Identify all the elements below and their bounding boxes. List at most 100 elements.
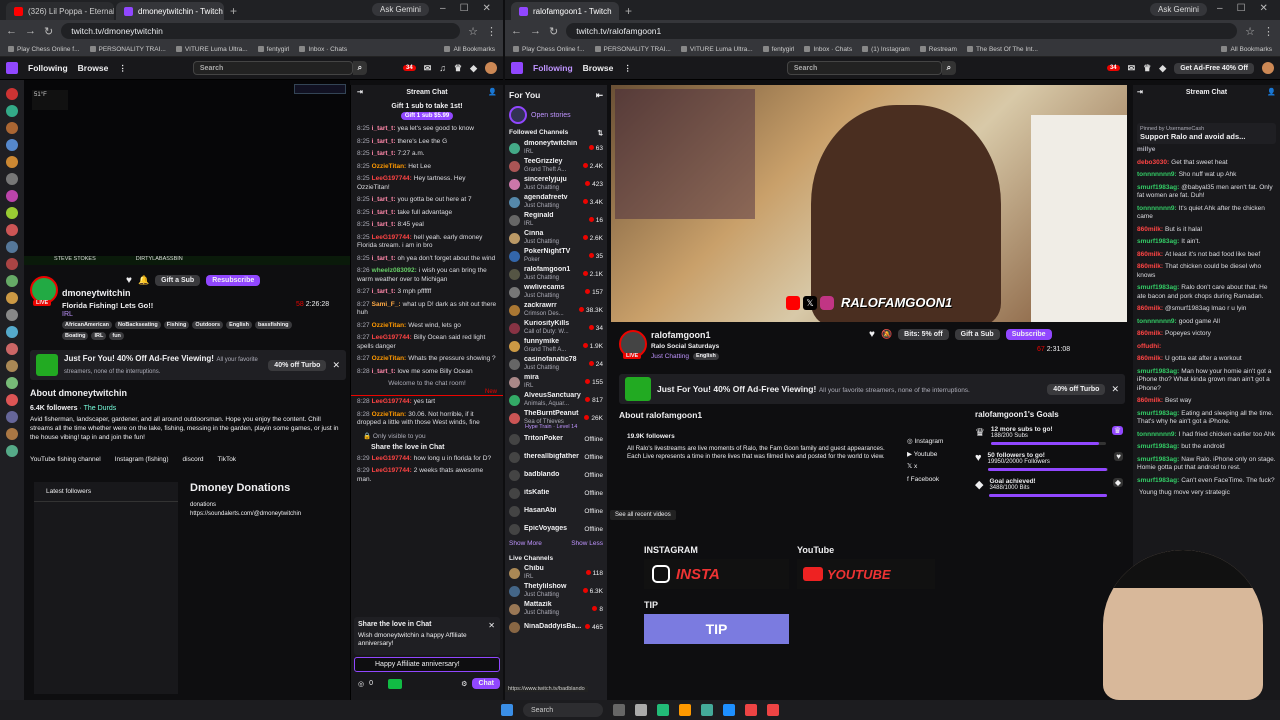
- tiktok-link[interactable]: TikTok: [218, 456, 237, 463]
- folder-icon[interactable]: [679, 704, 691, 716]
- gift-sub-chat-button[interactable]: Gift 1 sub $5.99: [400, 112, 454, 120]
- bookmark[interactable]: Inbox · Chats: [299, 46, 347, 53]
- chat-input[interactable]: Happy Affiliate anniversary!: [354, 657, 500, 672]
- chat-username[interactable]: 860milk:: [1137, 251, 1163, 258]
- search-icon[interactable]: ⌕: [941, 61, 956, 75]
- chat-username[interactable]: i_tart_t:: [372, 125, 396, 132]
- heart-icon[interactable]: ♥: [869, 329, 875, 340]
- bookmark[interactable]: All Bookmarks: [444, 46, 495, 53]
- crown-icon[interactable]: ♛: [1143, 63, 1151, 74]
- sidebar-channel-avatar[interactable]: [6, 139, 18, 151]
- chat-username[interactable]: i_tart_t:: [372, 138, 396, 145]
- followed-channel[interactable]: ralofamgoon1 Just Chatting 2.1K: [505, 265, 607, 283]
- menu-icon[interactable]: ⋮: [486, 25, 497, 38]
- sidebar-channel-avatar[interactable]: [6, 428, 18, 440]
- media-icon[interactable]: [657, 704, 669, 716]
- chat-username[interactable]: 860milk:: [1137, 330, 1163, 337]
- facebook-link[interactable]: f Facebook: [907, 474, 943, 487]
- sort-icon[interactable]: ⇅: [598, 129, 603, 137]
- reload-icon[interactable]: ↻: [549, 25, 558, 38]
- bookmark[interactable]: The Best Of The Int...: [967, 46, 1038, 53]
- settings-icon[interactable]: ⚙: [461, 680, 467, 688]
- chat-username[interactable]: LeeG197744:: [372, 334, 412, 341]
- twitch-logo-icon[interactable]: [511, 62, 523, 74]
- chat-username[interactable]: tonnnnnnn9:: [1137, 171, 1177, 178]
- sidebar-channel-avatar[interactable]: [6, 309, 18, 321]
- user-avatar[interactable]: [485, 62, 497, 74]
- live-channel[interactable]: Mattazik Just Chatting 8: [505, 600, 607, 618]
- tag[interactable]: Boating: [62, 332, 89, 340]
- chat-username[interactable]: 860milk:: [1137, 355, 1163, 362]
- video-player[interactable]: 𝕏 RALOFAMGOON1: [611, 85, 1127, 322]
- chat-username[interactable]: tonnnnnnn9:: [1137, 205, 1177, 212]
- bookmark[interactable]: VITURE Luma Ultra...: [681, 46, 753, 53]
- back-icon[interactable]: ←: [511, 25, 522, 37]
- followed-channel[interactable]: TeeGrizzley Grand Theft A... 2.4K: [505, 157, 607, 175]
- followed-channel[interactable]: sincerelyjuju Just Chatting 423: [505, 175, 607, 193]
- tab-twitch[interactable]: dmoneytwitchin - Twitch: [116, 2, 224, 20]
- url-field[interactable]: twitch.tv/dmoneytwitchin: [61, 23, 461, 39]
- sidebar-channel-avatar[interactable]: [6, 343, 18, 355]
- sidebar-channel-avatar[interactable]: [6, 207, 18, 219]
- app-icon[interactable]: [701, 704, 713, 716]
- subscribe-button[interactable]: Subscribe: [1005, 329, 1052, 340]
- users-icon[interactable]: 👤: [488, 88, 497, 96]
- collapse-icon[interactable]: ⇤: [596, 90, 603, 101]
- channel-name[interactable]: ralofamgoon1: [651, 330, 711, 340]
- live-channel[interactable]: Thetylilshow Just Chatting 6.3K: [505, 582, 607, 600]
- video-player[interactable]: 51°F STEVE STOKES DIRTYLABASSBIN: [24, 80, 350, 265]
- nav-following[interactable]: Following: [28, 63, 68, 73]
- sidebar-channel-avatar[interactable]: [6, 156, 18, 168]
- show-more[interactable]: Show More: [509, 540, 542, 547]
- chat-username[interactable]: smurf1983ag:: [1137, 184, 1179, 191]
- tag[interactable]: AfricanAmerican: [62, 321, 113, 329]
- heart-icon[interactable]: ♥: [126, 275, 132, 286]
- sidebar-channel-avatar[interactable]: [6, 258, 18, 270]
- goal-action-icon[interactable]: ♛: [1111, 426, 1123, 435]
- tag[interactable]: English: [226, 321, 252, 329]
- close-icon[interactable]: ✕: [1111, 384, 1119, 395]
- chat-username[interactable]: debo3030:: [1137, 159, 1169, 166]
- chat-username[interactable]: OzzieTitan:: [372, 411, 407, 418]
- chat-username[interactable]: LeeG197744:: [372, 455, 412, 462]
- chat-username[interactable]: LeeG197744:: [372, 398, 412, 405]
- maximize-icon[interactable]: ☐: [460, 3, 469, 14]
- tip-banner[interactable]: TIP: [644, 614, 789, 644]
- chat-username[interactable]: LeeG197744:: [372, 175, 412, 182]
- chat-username[interactable]: smurf1983ag:: [1137, 443, 1179, 450]
- chat-username[interactable]: i_tart_t:: [372, 196, 396, 203]
- edge-icon[interactable]: [723, 704, 735, 716]
- offline-channel[interactable]: TritonPoker Offline: [505, 430, 607, 448]
- turbo-button[interactable]: 40% off Turbo: [268, 359, 327, 371]
- nav-browse[interactable]: Browse: [78, 63, 109, 73]
- channel-name[interactable]: dmoneytwitchin: [62, 288, 131, 298]
- more-icon[interactable]: ⋮: [623, 63, 632, 74]
- chat-username[interactable]: i_tart_t:: [372, 368, 396, 375]
- chat-username[interactable]: LeeG197744:: [372, 467, 412, 474]
- followed-channel[interactable]: zackrawrr Crimson Des... 38.3K: [505, 301, 607, 319]
- points-icon[interactable]: ◎: [358, 680, 364, 688]
- sidebar-channel-avatar[interactable]: [6, 377, 18, 389]
- close-icon[interactable]: ✕: [488, 621, 495, 630]
- sidebar-channel-avatar[interactable]: [6, 224, 18, 236]
- new-tab-button[interactable]: +: [226, 4, 241, 20]
- youtube-link[interactable]: ▶ Youtube: [907, 449, 943, 462]
- chat-username[interactable]: i_tart_t:: [372, 221, 396, 228]
- chat-username[interactable]: i_tart_t:: [372, 209, 396, 216]
- team-name[interactable]: · The Durds: [79, 405, 116, 412]
- back-icon[interactable]: ←: [6, 25, 17, 37]
- sidebar-channel-avatar[interactable]: [6, 190, 18, 202]
- tag[interactable]: bassfishing: [254, 321, 292, 329]
- search-input[interactable]: Search: [786, 61, 942, 75]
- stream-category[interactable]: IRL: [62, 311, 73, 318]
- sidebar-channel-avatar[interactable]: [6, 88, 18, 100]
- bell-icon[interactable]: ♫: [439, 63, 446, 73]
- close-icon[interactable]: ✕: [483, 3, 491, 14]
- sidebar-channel-avatar[interactable]: [6, 173, 18, 185]
- search-icon[interactable]: ⌕: [352, 61, 367, 75]
- star-icon[interactable]: ☆: [1245, 25, 1255, 38]
- ask-gemini-button[interactable]: Ask Gemini: [372, 3, 429, 16]
- chat-username[interactable]: smurf1983ag:: [1137, 477, 1179, 484]
- chat-username[interactable]: tonnnnnnn9:: [1137, 431, 1177, 438]
- sidebar-channel-avatar[interactable]: [6, 411, 18, 423]
